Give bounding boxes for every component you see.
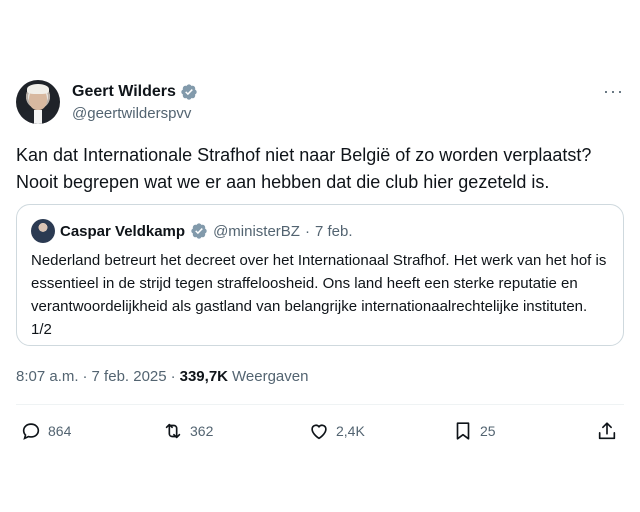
views-label: Weergaven: [232, 368, 309, 385]
quoted-tweet-text: Nederland betreurt het decreet over het …: [31, 252, 607, 338]
quoted-author-name: Caspar Veldkamp: [60, 222, 186, 240]
heart-icon: [311, 424, 327, 440]
more-options-icon[interactable]: ···: [603, 82, 624, 100]
repost-button[interactable]: 362: [162, 420, 213, 442]
bookmark-count: 25: [480, 423, 496, 439]
quoted-avatar: [31, 219, 55, 243]
action-bar: 864 362 2,4K 25: [16, 420, 624, 444]
tweet-meta: 8:07 a.m. · 7 feb. 2025 · 339,7K Weergav…: [16, 368, 308, 385]
quoted-author-handle: @ministerBZ: [213, 222, 300, 240]
like-count: 2,4K: [336, 423, 365, 439]
reply-count: 864: [48, 423, 72, 439]
tweet-card: Geert Wilders @geertwilderspvv ··· Kan d…: [0, 0, 640, 512]
quoted-verified-badge-icon: [191, 223, 207, 239]
share-button[interactable]: [596, 420, 618, 442]
divider: [16, 404, 624, 405]
repost-count: 362: [190, 423, 214, 439]
author-name[interactable]: Geert Wilders: [72, 82, 176, 102]
author-display-name-row[interactable]: Geert Wilders: [72, 82, 198, 102]
avatar[interactable]: [16, 80, 60, 124]
author-names: Geert Wilders @geertwilderspvv: [72, 82, 198, 124]
tweet-date[interactable]: 7 feb. 2025: [92, 368, 167, 385]
quoted-tweet-header: Caspar Veldkamp @ministerBZ · 7 feb.: [31, 219, 353, 243]
reply-icon: [22, 423, 40, 440]
author-handle[interactable]: @geertwilderspvv: [72, 104, 198, 124]
tweet-time[interactable]: 8:07 a.m.: [16, 368, 79, 385]
verified-badge-icon: [181, 84, 197, 100]
like-button[interactable]: 2,4K: [308, 420, 365, 442]
tweet-header: Geert Wilders @geertwilderspvv ···: [16, 80, 624, 126]
meta-separator: ·: [82, 368, 88, 385]
bookmark-button[interactable]: 25: [452, 420, 496, 442]
tweet-text: Kan dat Internationale Strafhof niet naa…: [16, 145, 592, 192]
quoted-separator: ·: [304, 222, 310, 240]
quoted-tweet[interactable]: Caspar Veldkamp @ministerBZ · 7 feb. Ned…: [16, 204, 624, 346]
views-count: 339,7K: [179, 368, 228, 385]
repost-icon: [165, 423, 181, 439]
bookmark-icon: [456, 422, 470, 440]
reply-button[interactable]: 864: [20, 420, 71, 442]
meta-separator: ·: [170, 368, 176, 385]
share-icon: [598, 422, 616, 440]
quoted-date: 7 feb.: [314, 222, 353, 240]
